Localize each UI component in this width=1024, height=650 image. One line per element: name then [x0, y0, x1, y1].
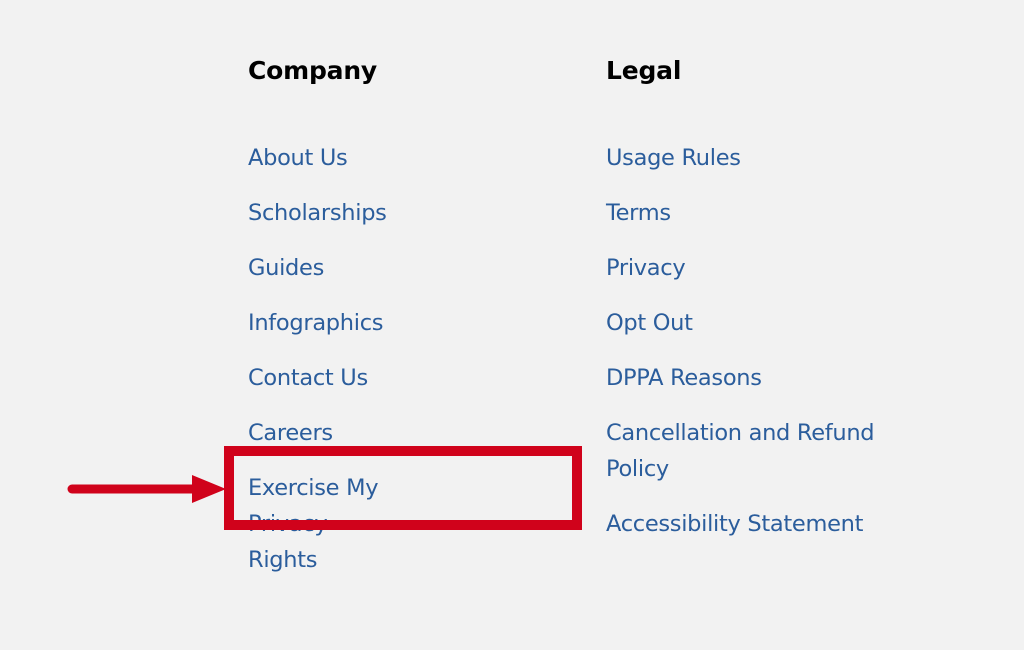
- link-usage-rules[interactable]: Usage Rules: [606, 140, 916, 176]
- link-guides[interactable]: Guides: [248, 250, 387, 286]
- link-infographics[interactable]: Infographics: [248, 305, 387, 341]
- link-accessibility-statement[interactable]: Accessibility Statement: [606, 506, 916, 542]
- link-cancellation-refund-policy[interactable]: Cancellation and Refund Policy: [606, 415, 916, 487]
- link-contact-us[interactable]: Contact Us: [248, 360, 387, 396]
- legal-links: Usage Rules Terms Privacy Opt Out DPPA R…: [606, 140, 916, 561]
- legal-heading: Legal: [606, 56, 682, 85]
- link-privacy[interactable]: Privacy: [606, 250, 916, 286]
- link-terms[interactable]: Terms: [606, 195, 916, 231]
- annotation-highlight-box: [224, 446, 582, 530]
- annotation-arrow-icon: [67, 475, 226, 503]
- link-dppa-reasons[interactable]: DPPA Reasons: [606, 360, 916, 396]
- link-scholarships[interactable]: Scholarships: [248, 195, 387, 231]
- link-about-us[interactable]: About Us: [248, 140, 387, 176]
- company-heading: Company: [248, 56, 378, 85]
- link-opt-out[interactable]: Opt Out: [606, 305, 916, 341]
